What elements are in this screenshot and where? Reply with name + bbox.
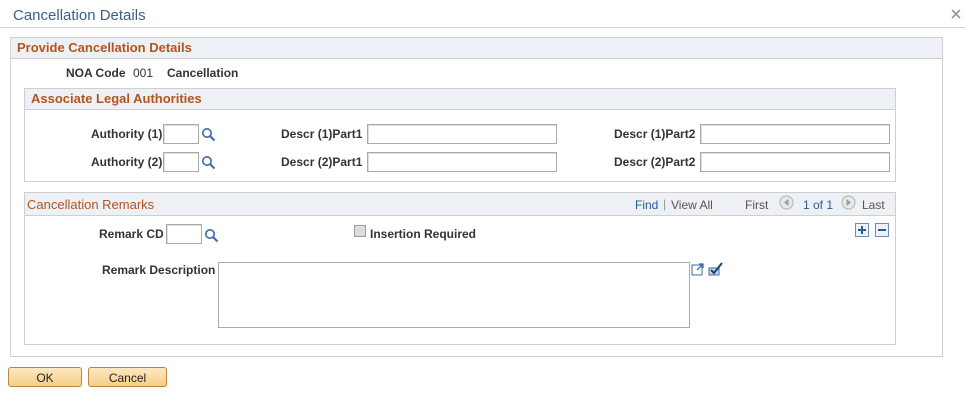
expand-icon[interactable]	[691, 262, 705, 279]
close-icon[interactable]	[950, 8, 962, 20]
insertion-required-label: Insertion Required	[370, 227, 477, 241]
insertion-required-checkbox[interactable]	[354, 225, 366, 237]
nav-separator: |	[663, 197, 667, 211]
ok-button[interactable]: OK	[8, 367, 82, 387]
spell-check-icon[interactable]	[708, 261, 724, 280]
remark-cd-label: Remark CD	[99, 227, 164, 241]
lookup-search-icon[interactable]	[204, 228, 219, 243]
remark-cd-input[interactable]	[166, 224, 202, 244]
authority-2-label: Authority (2)	[91, 155, 163, 169]
noa-code-value: 001	[133, 66, 154, 80]
last-label: Last	[862, 198, 885, 212]
descr-1-part1-input[interactable]	[367, 124, 557, 144]
remark-description-label: Remark Description	[102, 263, 216, 277]
legal-authorities-title: Associate Legal Authorities	[24, 88, 896, 110]
descr-2-part2-input[interactable]	[700, 152, 890, 172]
descr-1-part2-label: Descr (1)Part2	[614, 127, 696, 141]
cancel-button[interactable]: Cancel	[88, 367, 167, 387]
authority-2-input[interactable]	[163, 152, 199, 172]
remarks-title: Cancellation Remarks	[27, 197, 155, 212]
delete-row-button[interactable]	[875, 223, 889, 237]
descr-1-part2-input[interactable]	[700, 124, 890, 144]
authority-1-input[interactable]	[163, 124, 199, 144]
descr-2-part1-label: Descr (2)Part1	[281, 155, 363, 169]
next-icon[interactable]	[841, 195, 856, 213]
find-link[interactable]: Find	[635, 198, 658, 212]
previous-icon[interactable]	[779, 195, 794, 213]
lookup-search-icon[interactable]	[201, 155, 216, 170]
page-indicator: 1 of 1	[803, 198, 834, 212]
add-row-button[interactable]	[855, 223, 869, 237]
section-title: Provide Cancellation Details	[10, 37, 943, 59]
window-title: Cancellation Details	[13, 7, 146, 24]
lookup-search-icon[interactable]	[201, 127, 216, 142]
descr-2-part1-input[interactable]	[367, 152, 557, 172]
noa-code-label: NOA Code	[66, 66, 126, 80]
descr-2-part2-label: Descr (2)Part2	[614, 155, 696, 169]
view-all-link[interactable]: View All	[671, 198, 713, 212]
authority-1-label: Authority (1)	[91, 127, 163, 141]
descr-1-part1-label: Descr (1)Part1	[281, 127, 363, 141]
remark-description-textarea[interactable]	[218, 262, 690, 328]
noa-description: Cancellation	[167, 66, 239, 80]
first-label: First	[745, 198, 769, 212]
